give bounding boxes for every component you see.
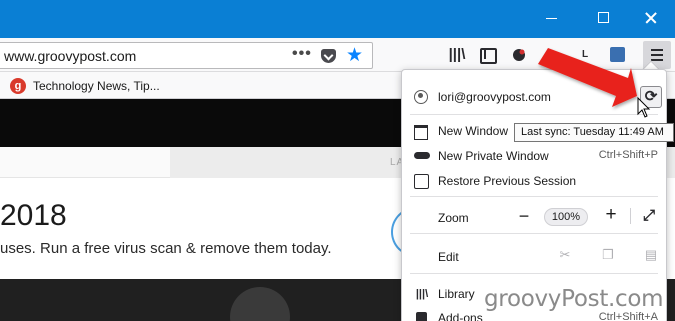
menu-item-shortcut: Ctrl+Shift+P	[598, 149, 658, 161]
mouse-cursor-icon	[637, 97, 651, 118]
url-text[interactable]: www.groovypost.com	[4, 48, 136, 64]
menu-item-label: Add-ons	[438, 311, 483, 321]
menu-separator	[410, 196, 658, 197]
sync-tooltip: Last sync: Tuesday 11:49 AM	[514, 123, 674, 142]
zoom-out-button[interactable]: −	[514, 206, 534, 226]
zoom-in-button[interactable]: +	[601, 205, 621, 225]
menu-item-label: New Window	[438, 124, 509, 138]
private-mask-icon	[414, 149, 430, 163]
title-bar	[0, 0, 675, 38]
minimize-button[interactable]	[528, 0, 574, 36]
menu-item-restore-session[interactable]: Restore Previous Session	[402, 169, 666, 193]
sidebar-icon[interactable]	[476, 44, 498, 66]
new-window-icon	[414, 124, 430, 140]
zoom-divider	[630, 208, 631, 224]
groovypost-favicon-icon: g	[10, 78, 26, 94]
menu-item-label: New Private Window	[438, 149, 549, 163]
edit-controls: Edit ✂ ❐ ▤	[402, 243, 666, 267]
fullscreen-icon[interactable]: ⤢	[640, 207, 658, 225]
copy-icon[interactable]: ❐	[599, 246, 617, 264]
menu-separator	[410, 233, 658, 234]
edit-label: Edit	[438, 250, 459, 264]
pocket-icon[interactable]	[321, 49, 336, 63]
cut-icon[interactable]: ✂	[556, 246, 574, 264]
watermark: groovyPost.com	[484, 286, 664, 312]
bookmark-label: Technology News, Tip...	[33, 79, 160, 93]
menu-item-label: Restore Previous Session	[438, 174, 577, 188]
bookmark-star-icon[interactable]: ★	[346, 44, 363, 67]
maximize-button[interactable]	[579, 0, 625, 36]
page-actions-button[interactable]: •••	[292, 45, 312, 63]
menu-item-label: Library	[438, 287, 475, 301]
addons-puzzle-icon	[414, 311, 430, 321]
bookmark-item[interactable]: g Technology News, Tip...	[10, 77, 160, 95]
zoom-reset-button[interactable]: 100%	[544, 208, 588, 226]
library-icon[interactable]: |||\	[446, 44, 468, 66]
close-button[interactable]	[628, 0, 674, 36]
menu-item-new-private-window[interactable]: New Private Window Ctrl+Shift+P	[402, 144, 666, 168]
menu-separator	[410, 273, 658, 274]
page-subheadline[interactable]: uses. Run a free virus scan & remove the…	[0, 240, 332, 257]
url-bar[interactable]: www.groovypost.com ••• ★	[0, 42, 373, 69]
paste-icon[interactable]: ▤	[642, 246, 660, 264]
menu-item-shortcut: Ctrl+Shift+A	[598, 311, 658, 321]
library-icon: |||\	[415, 288, 429, 300]
account-avatar-icon	[414, 90, 428, 104]
zoom-label: Zoom	[438, 211, 469, 225]
restore-session-icon	[414, 174, 430, 189]
page-headline: 2018	[0, 199, 67, 232]
zoom-controls: Zoom − 100% + ⤢	[402, 204, 666, 228]
